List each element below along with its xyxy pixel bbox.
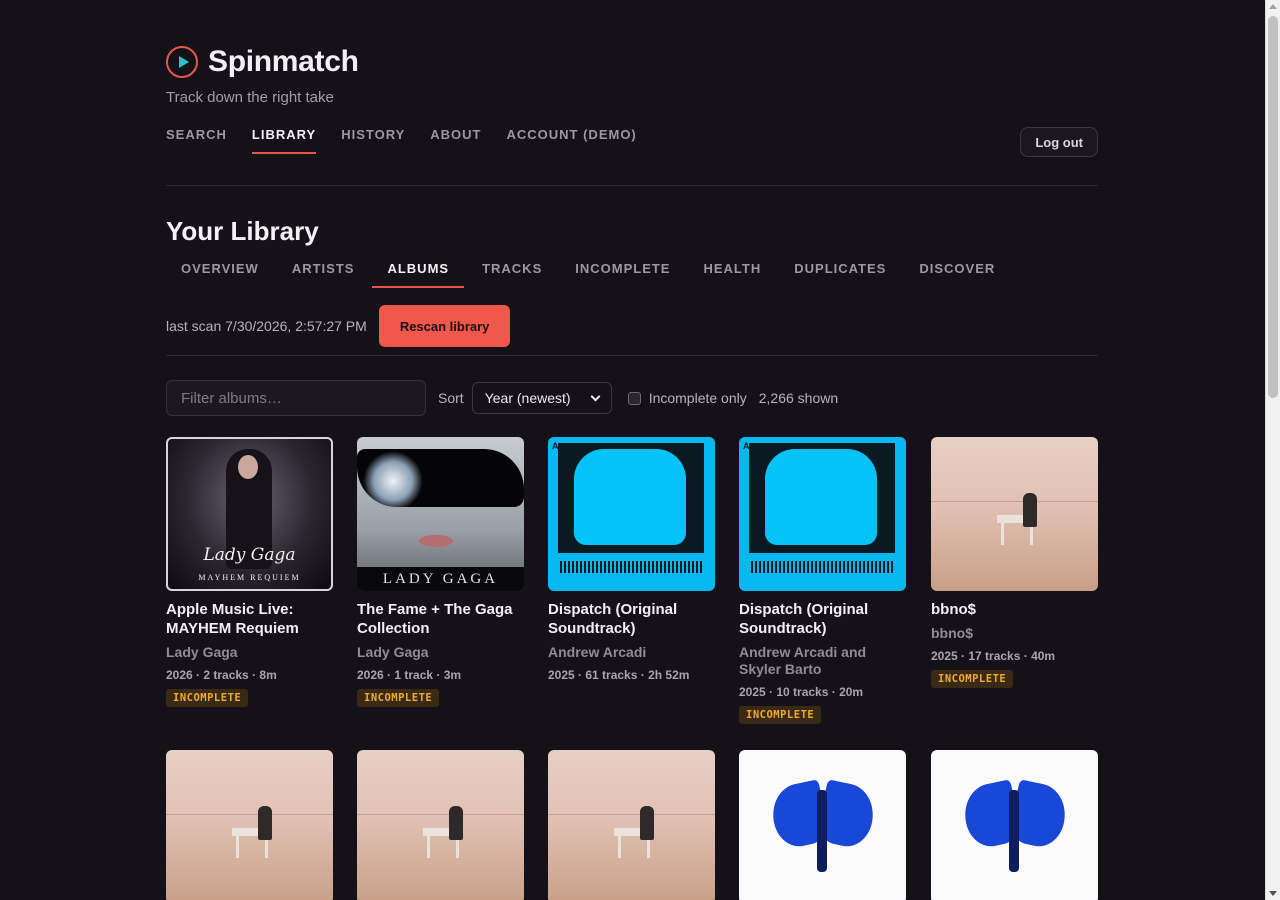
cover-art-text: LADY GAGA: [357, 567, 524, 591]
cover-art-text: Lady Gaga: [203, 545, 296, 565]
album-cover[interactable]: LADY GAGA: [357, 437, 524, 591]
cover-art-text: A: [743, 441, 750, 451]
incomplete-badge: INCOMPLETE: [931, 670, 1014, 688]
album-meta: 2025 · 10 tracks · 20m: [739, 685, 864, 699]
controls-divider: [166, 355, 1098, 356]
album-title: bbno$: [931, 601, 976, 618]
tab-tracks[interactable]: TRACKS: [467, 261, 557, 288]
album-card[interactable]: [931, 750, 1098, 900]
chevron-down-icon: [590, 391, 601, 401]
incomplete-badge: INCOMPLETE: [357, 689, 440, 707]
album-cover[interactable]: A: [739, 437, 906, 591]
nav-search[interactable]: SEARCH: [166, 127, 227, 154]
incomplete-badge: INCOMPLETE: [739, 706, 822, 724]
incomplete-only-label[interactable]: Incomplete only: [649, 390, 747, 406]
nav-account[interactable]: ACCOUNT (DEMO): [507, 127, 637, 154]
tab-artists[interactable]: ARTISTS: [277, 261, 370, 288]
rescan-library-button[interactable]: Rescan library: [378, 305, 511, 347]
tab-discover[interactable]: DISCOVER: [904, 261, 1010, 288]
sort-select[interactable]: Year (newest): [471, 382, 612, 414]
logout-button[interactable]: Log out: [1020, 127, 1098, 157]
album-meta: 2025 · 17 tracks · 40m: [931, 649, 1056, 663]
page-scrollbar[interactable]: [1265, 0, 1280, 900]
incomplete-badge: INCOMPLETE: [166, 689, 249, 707]
album-card[interactable]: [739, 750, 906, 900]
filter-albums-input[interactable]: [166, 380, 426, 416]
album-controls: Sort Year (newest) Incomplete only 2,266…: [166, 380, 838, 416]
last-scan-text: last scan 7/30/2026, 2:57:27 PM: [166, 318, 367, 334]
album-meta: 2025 · 61 tracks · 2h 52m: [548, 668, 690, 682]
album-cover[interactable]: [357, 750, 524, 900]
album-card[interactable]: A Dispatch (Original Soundtrack) Andrew …: [739, 437, 906, 724]
play-logo-icon: [166, 46, 198, 78]
album-cover[interactable]: Lady Gaga MAYHEM REQUIEM: [166, 437, 333, 591]
album-card[interactable]: LADY GAGA The Fame + The Gaga Collection…: [357, 437, 524, 707]
album-card[interactable]: A Dispatch (Original Soundtrack) Andrew …: [548, 437, 715, 682]
album-title: Dispatch (Original Soundtrack): [739, 601, 869, 637]
album-cover[interactable]: [739, 750, 906, 900]
album-cover[interactable]: A: [548, 437, 715, 591]
cover-art-text: A: [552, 441, 559, 451]
shown-count: 2,266 shown: [758, 390, 839, 406]
library-tabs: OVERVIEW ARTISTS ALBUMS TRACKS INCOMPLET…: [166, 261, 1013, 288]
album-card[interactable]: [357, 750, 524, 900]
tagline: Track down the right take: [166, 89, 334, 106]
scroll-down-arrow-icon[interactable]: [1269, 891, 1277, 896]
album-artist: Andrew Arcadi and Skyler Barto: [739, 644, 867, 677]
nav-library[interactable]: LIBRARY: [251, 127, 317, 154]
scan-row: last scan 7/30/2026, 2:57:27 PM Rescan l…: [166, 305, 511, 347]
sort-label: Sort: [438, 390, 464, 406]
album-artist: Lady Gaga: [166, 644, 238, 660]
album-title: The Fame + The Gaga Collection: [357, 601, 513, 637]
nav-history[interactable]: HISTORY: [341, 127, 405, 154]
incomplete-only-checkbox[interactable]: [627, 391, 641, 405]
album-card[interactable]: [166, 750, 333, 900]
album-meta: 2026 · 1 track · 3m: [357, 668, 462, 682]
tab-duplicates[interactable]: DUPLICATES: [779, 261, 901, 288]
tab-overview[interactable]: OVERVIEW: [166, 261, 274, 288]
brand[interactable]: Spinmatch: [166, 45, 359, 79]
tab-health[interactable]: HEALTH: [688, 261, 776, 288]
album-card[interactable]: [548, 750, 715, 900]
scroll-up-arrow-icon[interactable]: [1269, 4, 1277, 9]
tab-albums[interactable]: ALBUMS: [372, 261, 464, 288]
scrollbar-thumb[interactable]: [1268, 16, 1278, 398]
album-artist: bbno$: [931, 625, 973, 641]
album-cover[interactable]: [548, 750, 715, 900]
album-card[interactable]: bbno$ bbno$ 2025 · 17 tracks · 40m INCOM…: [931, 437, 1098, 688]
album-artist: Andrew Arcadi: [548, 644, 647, 660]
tab-incomplete[interactable]: INCOMPLETE: [560, 261, 685, 288]
album-card[interactable]: Lady Gaga MAYHEM REQUIEM Apple Music Liv…: [166, 437, 333, 707]
top-nav: SEARCH LIBRARY HISTORY ABOUT ACCOUNT (DE…: [166, 127, 662, 154]
nav-about[interactable]: ABOUT: [430, 127, 481, 154]
album-title: Apple Music Live: MAYHEM Requiem: [166, 601, 299, 637]
app-name: Spinmatch: [208, 45, 359, 78]
header-divider: [166, 185, 1098, 186]
album-title: Dispatch (Original Soundtrack): [548, 601, 678, 637]
album-meta: 2026 · 2 tracks · 8m: [166, 668, 277, 682]
page-title: Your Library: [166, 216, 319, 246]
album-cover[interactable]: [166, 750, 333, 900]
album-artist: Lady Gaga: [357, 644, 429, 660]
album-cover[interactable]: [931, 437, 1098, 591]
album-cover[interactable]: [931, 750, 1098, 900]
cover-art-subtext: MAYHEM REQUIEM: [198, 573, 301, 582]
sort-select-value: Year (newest): [484, 390, 571, 406]
